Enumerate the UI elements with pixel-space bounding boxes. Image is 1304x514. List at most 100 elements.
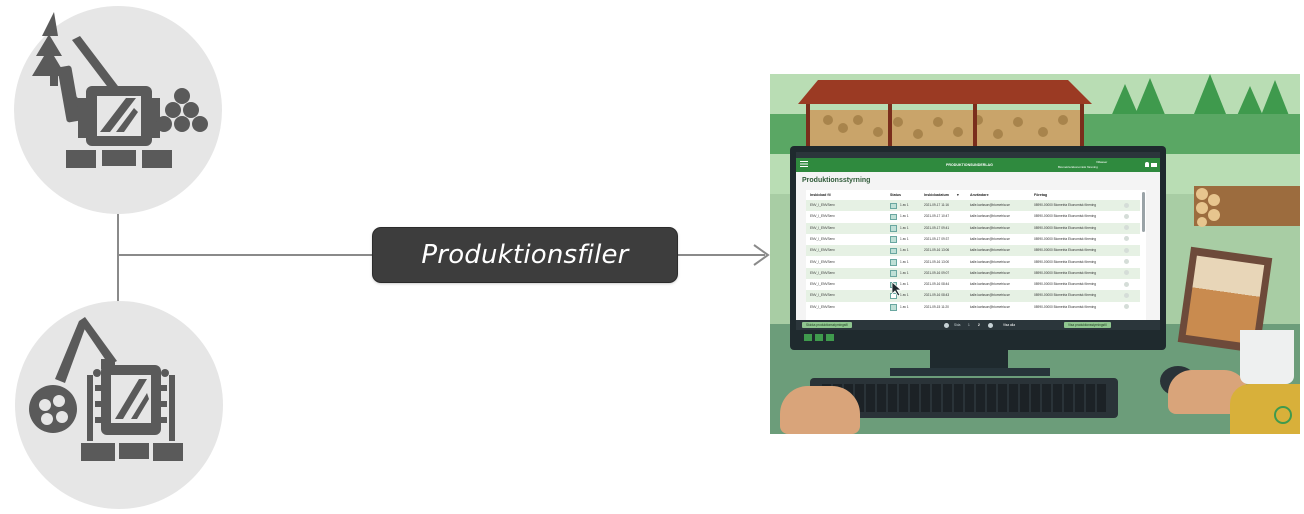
company-cell: 08990-00000 Biometria Ekonomisk förening bbox=[1034, 270, 1097, 275]
status-checkbox[interactable] bbox=[890, 213, 897, 221]
user-cell: kalle.karlsson@biometria.se bbox=[970, 304, 1010, 309]
status-checkbox[interactable] bbox=[890, 270, 897, 277]
user-cell: kalle.karlsson@biometria.se bbox=[970, 225, 1010, 230]
company-cell: 08990-00000 Biometria Ekonomisk förening bbox=[1034, 214, 1097, 219]
menu-icon[interactable] bbox=[800, 161, 808, 163]
mail-icon[interactable] bbox=[1151, 162, 1157, 167]
col-header-company[interactable]: Företag bbox=[1034, 193, 1047, 197]
user-cell: kalle.karlsson@biometria.se bbox=[970, 282, 1010, 287]
date-cell: 2021-09-15 11:20 bbox=[924, 304, 949, 309]
connector-vertical bbox=[117, 212, 119, 302]
table-row[interactable]: ENV_I_ENVSenv 1 av 1 2021-09-15 11:20 kalle… bbox=[806, 301, 1140, 313]
row-action-icon[interactable] bbox=[1124, 270, 1129, 276]
show-file-button[interactable]: Visa produktionsstyrningsfil bbox=[1064, 321, 1111, 328]
row-action-icon[interactable] bbox=[1124, 247, 1129, 253]
col-header-status[interactable]: Status bbox=[890, 193, 901, 197]
company-cell: 08990-00000 Biometria Ekonomisk förening bbox=[1034, 293, 1097, 298]
company-cell: 08990-00000 Biometria Ekonomisk förening bbox=[1034, 203, 1097, 207]
sort-down-icon[interactable]: ▾ bbox=[957, 193, 959, 197]
row-action-icon[interactable] bbox=[1124, 213, 1129, 219]
table-row[interactable]: ENV_I_ENVSenv 1 av 1 2021-09-16 08:43 kalle… bbox=[806, 290, 1140, 302]
status-cell: 1 av 1 bbox=[900, 259, 909, 264]
file-cell: ENV_I_ENVSenv bbox=[810, 304, 835, 309]
date-cell: 2021-09-16 13:06 bbox=[924, 248, 950, 253]
table-body: ENV_I_ENVSenv 1 av 1 2021-09-17 11:16 kalle… bbox=[806, 200, 1140, 320]
status-checkbox[interactable] bbox=[890, 247, 897, 255]
date-cell: 2021-09-16 08:43 bbox=[924, 293, 950, 298]
user-cell: kalle.karlsson@biometria.se bbox=[970, 259, 1010, 264]
workstation-illustration: PRODUKTIONSUNDERLAG Villasser Biometria … bbox=[770, 74, 1300, 434]
company-cell: 08990-00000 Biometria Ekonomisk förening bbox=[1034, 304, 1097, 309]
file-cell: ENV_I_ENVSenv bbox=[810, 248, 835, 253]
app-header: PRODUKTIONSUNDERLAG Villasser Biometria … bbox=[796, 158, 1160, 172]
harvester-circle bbox=[14, 6, 222, 214]
status-checkbox[interactable] bbox=[890, 202, 897, 209]
file-cell: ENV_I_ENVSenv bbox=[810, 259, 835, 264]
forwarder-icon bbox=[29, 317, 183, 461]
col-header-user[interactable]: Användare bbox=[970, 193, 989, 197]
connector-horizontal-left bbox=[118, 254, 374, 256]
left-hand bbox=[780, 386, 860, 434]
row-action-icon[interactable] bbox=[1124, 304, 1129, 310]
table-row[interactable]: ENV_I_ENVSenv 1 av 1 2021-09-17 09:41 kalle… bbox=[806, 222, 1140, 234]
table-scrollbar[interactable] bbox=[1142, 192, 1145, 232]
log-pile bbox=[1194, 186, 1300, 227]
row-action-icon[interactable] bbox=[1124, 202, 1129, 208]
forwarder-circle bbox=[15, 301, 223, 509]
row-action-icon[interactable] bbox=[1124, 259, 1129, 264]
status-cell: 1 av 1 bbox=[900, 203, 909, 207]
file-cell: ENV_I_ENVSenv bbox=[810, 225, 835, 230]
table-row[interactable]: ENV_I_ENVSenv 1 av 1 2021-09-16 13:06 kalle… bbox=[806, 245, 1140, 257]
col-header-file[interactable]: Inskickad fil bbox=[810, 193, 831, 197]
table-row[interactable]: ENV_I_ENVSenv 1 av 1 2021-09-17 09:37 kalle… bbox=[806, 233, 1140, 246]
status-cell: 1 av 1 bbox=[900, 225, 909, 230]
date-cell: 2021-09-16 13:00 bbox=[924, 259, 950, 264]
status-cell: 1 av 1 bbox=[900, 214, 909, 219]
file-cell: ENV_I_ENVSenv bbox=[810, 214, 835, 219]
row-action-icon[interactable] bbox=[1124, 236, 1129, 242]
company-cell: 08990-00000 Biometria Ekonomisk förening bbox=[1034, 259, 1097, 264]
row-action-icon[interactable] bbox=[1124, 281, 1129, 287]
taskbar-app-2[interactable] bbox=[815, 334, 823, 341]
status-checkbox[interactable] bbox=[890, 225, 897, 232]
row-action-icon[interactable] bbox=[1124, 225, 1129, 231]
col-header-date[interactable]: Inskickadatum bbox=[924, 193, 949, 197]
page-total: 2 bbox=[978, 323, 980, 327]
user-cell: kalle.karlsson@biometria.se bbox=[970, 236, 1010, 241]
monitor-base bbox=[890, 368, 1050, 376]
wood-shed bbox=[798, 80, 1092, 150]
show-all-link[interactable]: Visa alla bbox=[1003, 323, 1015, 327]
table-row[interactable]: ENV_I_ENVSenv 1 av 1 2021-09-17 10:47 kalle… bbox=[806, 211, 1140, 223]
status-cell: 1 av 1 bbox=[900, 236, 909, 241]
send-file-button[interactable]: Skicka produktionsstyrningsfil bbox=[802, 321, 852, 328]
taskbar-app-1[interactable] bbox=[804, 334, 812, 341]
production-files-label-text: Produktionsfiler bbox=[421, 240, 629, 270]
status-checkbox[interactable] bbox=[890, 236, 897, 243]
table-row[interactable]: ENV_I_ENVSenv 1 av 1 2021-09-17 11:16 kalle… bbox=[806, 200, 1140, 212]
table-row[interactable]: ENV_I_ENVSenv 1 av 1 2021-09-16 09:07 kalle… bbox=[806, 267, 1140, 280]
brand-logo-icon bbox=[1274, 406, 1292, 424]
file-cell: ENV_I_ENVSenv bbox=[810, 293, 835, 298]
prev-page-icon[interactable] bbox=[944, 322, 949, 328]
user-name: Villasser bbox=[1096, 160, 1108, 164]
status-cell: 1 av 1 bbox=[900, 304, 909, 309]
next-page-icon[interactable] bbox=[988, 322, 993, 328]
app-window: PRODUKTIONSUNDERLAG Villasser Biometria … bbox=[796, 152, 1160, 330]
page-current: 1 bbox=[968, 323, 970, 327]
table-row[interactable]: ENV_I_ENVSenv 1 av 1 2021-09-16 08:44 kalle… bbox=[806, 279, 1140, 291]
cursor-icon bbox=[892, 282, 902, 296]
user-cell: kalle.karlsson@biometria.se bbox=[970, 248, 1010, 253]
notification-bell-icon[interactable] bbox=[1145, 162, 1149, 167]
company-cell: 08990-00000 Biometria Ekonomisk förening bbox=[1034, 248, 1097, 253]
status-cell: 1 av 1 bbox=[900, 248, 909, 253]
row-action-icon[interactable] bbox=[1124, 292, 1129, 298]
table-row[interactable]: ENV_I_ENVSenv 1 av 1 2021-09-16 13:00 kalle… bbox=[806, 256, 1140, 268]
status-checkbox[interactable] bbox=[890, 259, 897, 266]
coffee-mug bbox=[1240, 330, 1294, 384]
page-label: Sida bbox=[954, 323, 961, 327]
taskbar-app-3[interactable] bbox=[826, 334, 834, 341]
monitor-stand bbox=[930, 348, 1008, 370]
arrow-head-icon bbox=[753, 244, 770, 266]
table-header: Inskickad fil Status Inskickadatum ▾ Anv… bbox=[806, 190, 1140, 200]
status-checkbox[interactable] bbox=[890, 304, 897, 311]
